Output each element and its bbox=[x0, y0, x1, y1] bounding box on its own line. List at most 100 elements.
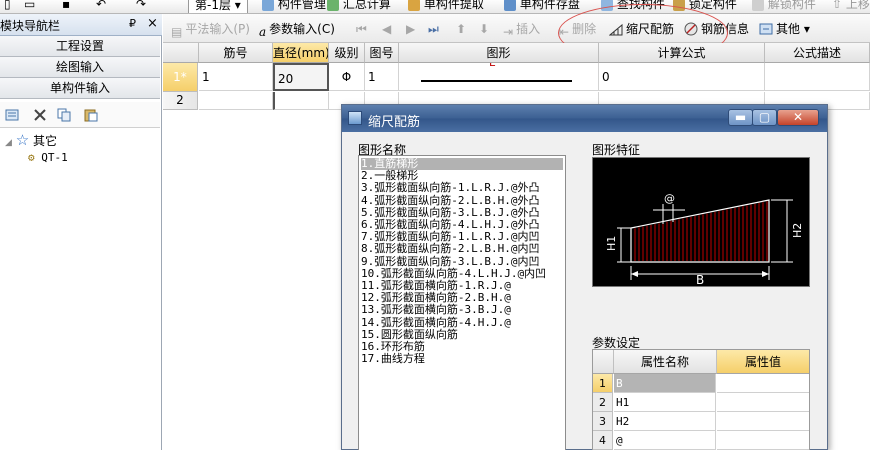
param-header-name: 属性名称 bbox=[614, 350, 717, 374]
other-label: 其他 bbox=[776, 22, 801, 36]
grid-header-diameter[interactable]: 直径(mm) bbox=[273, 43, 329, 63]
shape-list-item[interactable]: 9.弧形截面纵向筋-3.L.B.J.@内凹 bbox=[361, 255, 539, 268]
param-row[interactable]: 4 @ bbox=[593, 431, 809, 450]
component-manage-button[interactable]: 构件管理 bbox=[262, 0, 326, 13]
rebar-info-button[interactable]: 钢筋信息 bbox=[684, 21, 749, 37]
tree-node-qt1[interactable]: ⚙ QT-1 bbox=[28, 150, 68, 166]
shape-list-item[interactable]: 1.直筋梯形 bbox=[361, 158, 563, 170]
floor-select[interactable]: 第-1层 ▾ bbox=[188, 0, 248, 13]
dim-h1-text: H1 bbox=[605, 236, 618, 251]
maximize-button[interactable]: ▢ bbox=[752, 109, 777, 126]
summary-calc-button[interactable]: 汇总计算 bbox=[327, 0, 391, 13]
nav-button-single-component-input[interactable]: 单构件输入 bbox=[0, 78, 160, 99]
component-manage-label: 构件管理 bbox=[277, 0, 326, 11]
grid-row-1-grade[interactable]: Φ bbox=[329, 63, 365, 91]
straight-bar-line bbox=[421, 80, 572, 82]
grid-row-1-formula[interactable]: 0 bbox=[599, 63, 765, 91]
shape-name-list[interactable]: 1.直筋梯形 2.一般梯形 3.弧形截面纵向筋-1.L.R.J.@外凸 4.弧形截面纵… bbox=[358, 155, 566, 450]
dim-b-text: B bbox=[696, 273, 704, 286]
param-row[interactable]: 2 H1 bbox=[593, 393, 809, 412]
trapezoid-outline bbox=[630, 199, 770, 263]
single-save-label: 单构件存盘 bbox=[519, 0, 580, 11]
grid-row-2-bar-no[interactable] bbox=[199, 92, 273, 110]
shape-list-item[interactable]: 10.弧形截面纵向筋-4.L.H.J.@内凹 bbox=[361, 267, 546, 280]
param-value-cell[interactable] bbox=[717, 431, 809, 450]
maximize-icon: ▢ bbox=[758, 110, 771, 124]
param-value-cell[interactable] bbox=[717, 412, 809, 431]
grid-header-shape[interactable]: 图形 bbox=[399, 43, 599, 63]
open-file-icon[interactable]: ▭ bbox=[24, 0, 35, 13]
single-extract-button[interactable]: 单构件提取 bbox=[408, 0, 484, 13]
pin-icon[interactable]: ₽ bbox=[129, 17, 136, 30]
list-icon[interactable] bbox=[5, 108, 19, 122]
paste-icon[interactable] bbox=[84, 108, 98, 122]
undo-icon[interactable]: ↶ bbox=[96, 0, 106, 13]
grid-header-formula[interactable]: 计算公式 bbox=[599, 43, 765, 63]
summary-calc-label: 汇总计算 bbox=[342, 0, 391, 11]
first-record-icon[interactable]: ⏮ bbox=[356, 21, 367, 37]
flat-input-button[interactable]: ▤ 平法输入(P) bbox=[171, 21, 250, 40]
shape-list-item[interactable]: 15.圆形截面纵向筋 bbox=[361, 328, 458, 341]
lock-component-button[interactable]: 锁定构件 bbox=[673, 0, 737, 13]
grid-row-1-diameter[interactable]: 20 bbox=[273, 63, 329, 91]
shape-list-item[interactable]: 17.曲线方程 bbox=[361, 353, 425, 365]
redo-icon[interactable]: ↷ bbox=[136, 0, 146, 13]
single-save-button[interactable]: 单构件存盘 bbox=[504, 0, 580, 13]
shape-list-item[interactable]: 5.弧形截面纵向筋-3.L.B.J.@外凸 bbox=[361, 206, 539, 219]
scale-rebar-button[interactable]: 缩尺配筋 bbox=[609, 21, 674, 37]
grid-row-2-header[interactable]: 2 bbox=[163, 92, 198, 110]
grid-row-1-bar-no[interactable]: 1 bbox=[199, 63, 273, 91]
shape-list-item[interactable]: 8.弧形截面纵向筋-2.L.B.H.@内凹 bbox=[361, 243, 539, 255]
prev-record-icon[interactable]: ◀ bbox=[382, 21, 391, 37]
main-toolbar: ▤ 平法输入(P) a 参数输入(C) ⏮ ◀ ▶ ⏭ ⬆ ⬇ ⇥ 插入 ⇤ 删除 缩尺… bbox=[163, 14, 870, 43]
shape-list-item[interactable]: 13.弧形截面横向筋-3.B.J.@ bbox=[361, 304, 511, 316]
lock-component-label: 锁定构件 bbox=[688, 0, 737, 11]
shape-list-item[interactable]: 14.弧形截面横向筋-4.H.J.@ bbox=[361, 316, 511, 329]
close-x-icon: ✕ bbox=[792, 110, 804, 124]
grid-row-2-diameter[interactable] bbox=[273, 92, 329, 110]
grid-row-1-formula-desc[interactable] bbox=[765, 63, 870, 91]
other-dropdown[interactable]: 其他 ▾ bbox=[759, 21, 810, 37]
delete-row-button[interactable]: ⇤ 删除 bbox=[559, 21, 596, 40]
find-component-button[interactable]: 查找构件 bbox=[601, 0, 665, 13]
dialog-titlebar[interactable]: 缩尺配筋 ▬ ▢ ✕ bbox=[342, 105, 827, 132]
grid-row-1-header[interactable]: 1* bbox=[163, 63, 198, 92]
param-value-cell[interactable] bbox=[717, 393, 809, 412]
param-row[interactable]: 1B bbox=[593, 374, 809, 393]
last-record-icon[interactable]: ⏭ bbox=[428, 21, 439, 37]
shape-list-item[interactable]: 4.弧形截面纵向筋-2.L.B.H.@外凸 bbox=[361, 194, 539, 207]
collapse-triangle-icon[interactable]: ◢ bbox=[5, 138, 12, 148]
move-up-button[interactable]: ⇧ 上移 bbox=[832, 0, 870, 13]
shape-list-item[interactable]: 3.弧形截面纵向筋-1.L.R.J.@外凸 bbox=[361, 182, 539, 194]
grid-header-formula-desc[interactable]: 公式描述 bbox=[765, 43, 870, 63]
insert-button[interactable]: ⇥ 插入 bbox=[503, 21, 540, 40]
tree-node-other[interactable]: ◢ ☆ 其它 bbox=[5, 132, 57, 148]
save-icon[interactable]: ▪ bbox=[62, 0, 70, 13]
next-record-icon[interactable]: ▶ bbox=[406, 21, 415, 37]
move-down-row-icon[interactable]: ⬇ bbox=[479, 21, 489, 37]
param-row[interactable]: 3 H2 bbox=[593, 412, 809, 431]
component-manage-icon bbox=[262, 0, 274, 11]
dialog-close-button[interactable]: ✕ bbox=[777, 109, 819, 126]
scale-rebar-label: 缩尺配筋 bbox=[626, 22, 675, 36]
delete-icon[interactable] bbox=[33, 108, 47, 122]
lock-icon bbox=[673, 0, 685, 11]
grid-header-grade[interactable]: 级别 bbox=[329, 43, 365, 63]
component-tree: ◢ ☆ 其它 ⚙ QT-1 bbox=[0, 128, 160, 450]
grid-header-fig-no[interactable]: 图号 bbox=[365, 43, 399, 63]
store-icon bbox=[504, 0, 516, 11]
copy-icon[interactable] bbox=[57, 108, 71, 122]
minimize-button[interactable]: ▬ bbox=[728, 109, 753, 126]
grid-row-1-fig-no[interactable]: 1 bbox=[365, 63, 399, 91]
new-file-icon[interactable]: ▯ bbox=[4, 0, 11, 13]
nav-button-project-settings[interactable]: 工程设置 bbox=[0, 36, 160, 57]
param-input-button[interactable]: a 参数输入(C) bbox=[259, 21, 335, 40]
move-up-row-icon[interactable]: ⬆ bbox=[456, 21, 466, 37]
grid-header-bar-no[interactable]: 筋号 bbox=[199, 43, 273, 63]
unlock-component-button[interactable]: 解锁构件 bbox=[752, 0, 816, 13]
close-icon[interactable]: × bbox=[147, 16, 158, 31]
param-value-cell[interactable] bbox=[717, 374, 809, 393]
flat-input-label: 平法输入(P) bbox=[185, 22, 250, 36]
nav-button-drawing-input[interactable]: 绘图输入 bbox=[0, 57, 160, 78]
grid-row-1-shape[interactable]: L bbox=[399, 63, 599, 91]
